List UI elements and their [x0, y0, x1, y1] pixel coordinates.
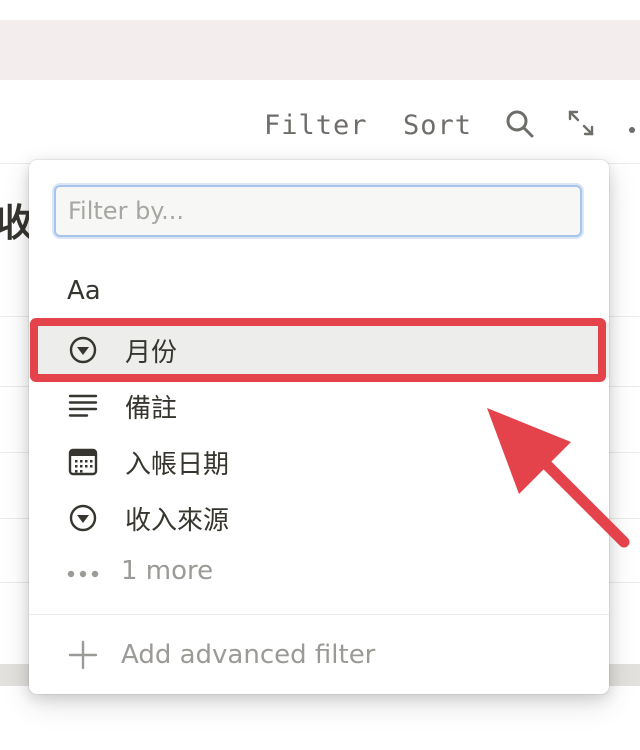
annotation-arrow-icon [487, 408, 630, 548]
